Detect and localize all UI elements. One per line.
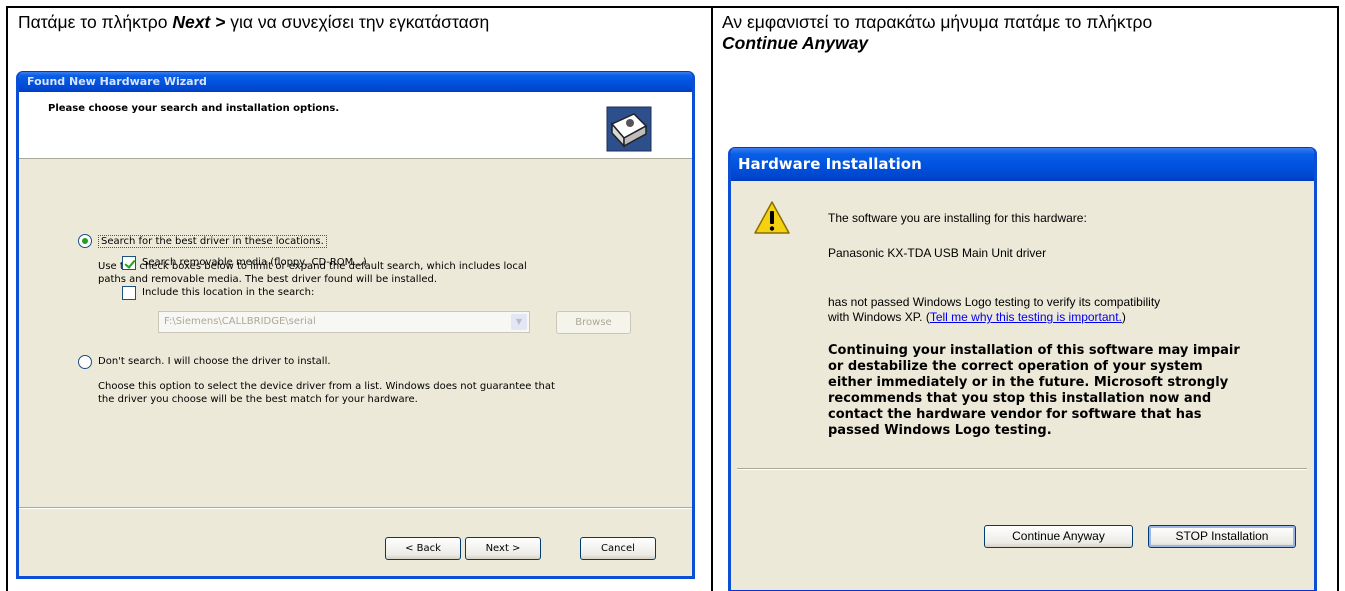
hardware-installation-titlebar[interactable]: Hardware Installation [731, 148, 1314, 181]
wizard-header-title: Please choose your search and installati… [48, 103, 340, 114]
search-best-driver-label[interactable]: Search for the best driver in these loca… [98, 235, 327, 248]
include-location-label[interactable]: Include this location in the search: [142, 287, 314, 298]
dialog-separator [737, 468, 1307, 470]
warning-icon [754, 201, 790, 234]
continue-anyway-button[interactable]: Continue Anyway [984, 525, 1133, 548]
hardware-wizard-icon [606, 106, 652, 152]
warning-bold-text: Continuing your installation of this sof… [828, 343, 1240, 438]
back-button[interactable]: < Back [385, 537, 461, 560]
wizard-separator [19, 507, 692, 509]
cancel-button[interactable]: Cancel [580, 537, 656, 560]
removable-media-checkbox[interactable] [122, 256, 136, 270]
software-installing-text: The software you are installing for this… [828, 211, 1087, 225]
left-instruction: Πατάμε το πλήκτρο Next > για να συνεχίσε… [18, 12, 490, 32]
table-border-right [1337, 6, 1339, 591]
compatibility-text: with Windows XP. (Tell me why this testi… [828, 310, 1126, 324]
table-border-left [6, 6, 8, 591]
right-instruction: Αν εμφανιστεί το παρακάτω μήνυμα πατάμε … [722, 12, 1153, 53]
chevron-down-icon[interactable]: ▼ [511, 314, 527, 330]
next-key-label: Next > [172, 12, 226, 32]
dont-search-radio[interactable] [78, 355, 92, 369]
location-value: F:\Siemens\CALLBRIDGE\serial [164, 316, 316, 327]
stop-installation-button[interactable]: STOP Installation [1148, 525, 1296, 548]
dont-search-description-line1: Choose this option to select the device … [98, 381, 555, 392]
hardware-installation-body: The software you are installing for this… [731, 181, 1314, 590]
location-combobox[interactable]: F:\Siemens\CALLBRIDGE\serial ▼ [158, 311, 530, 333]
search-description-line2: paths and removable media. The best driv… [98, 274, 438, 285]
table-border-middle [711, 6, 713, 591]
continue-key-label: Continue Anyway [722, 33, 869, 53]
why-testing-important-link[interactable]: Tell me why this testing is important. [930, 310, 1122, 324]
removable-media-label[interactable]: Search removable media (floppy, CD-ROM..… [142, 257, 367, 268]
logo-testing-text: has not passed Windows Logo testing to v… [828, 295, 1161, 309]
next-button[interactable]: Next > [465, 537, 541, 560]
search-best-driver-radio[interactable] [78, 234, 92, 248]
table-border-top [6, 6, 1339, 8]
wizard-header: Please choose your search and installati… [19, 92, 692, 159]
wizard-titlebar[interactable]: Found New Hardware Wizard [19, 72, 692, 92]
browse-button[interactable]: Browse [556, 311, 631, 334]
found-new-hardware-wizard: Found New Hardware Wizard Please choose … [16, 71, 695, 579]
dont-search-label[interactable]: Don't search. I will choose the driver t… [98, 356, 331, 367]
dont-search-description-line2: the driver you choose will be the best m… [98, 394, 418, 405]
hardware-installation-dialog: Hardware Installation The software you a… [728, 147, 1317, 591]
include-location-checkbox[interactable] [122, 286, 136, 300]
device-driver-name: Panasonic KX-TDA USB Main Unit driver [828, 246, 1047, 260]
